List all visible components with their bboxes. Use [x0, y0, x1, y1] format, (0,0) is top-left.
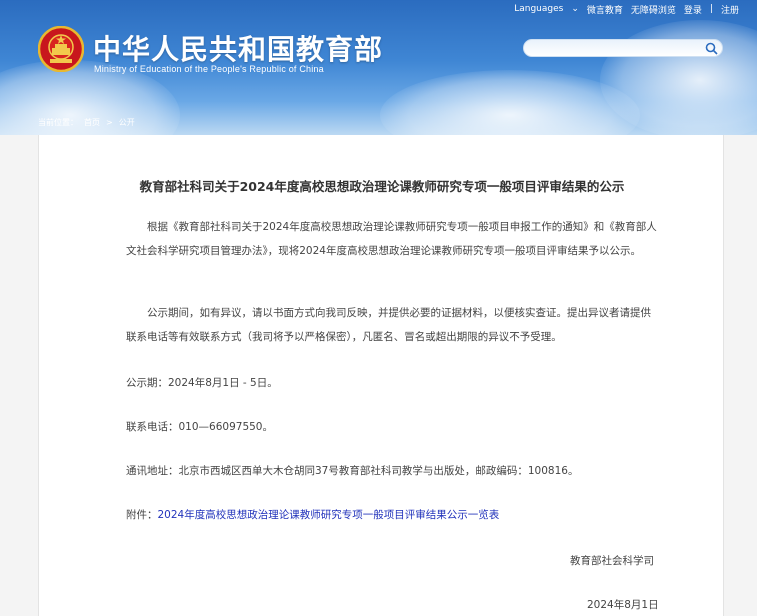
- site-header: Languages ⌄ 微言教育 无障碍浏览 登录 | 注册 中华人民共和国教育…: [0, 0, 757, 135]
- weiyan-jiaoyu-link[interactable]: 微言教育: [587, 3, 623, 16]
- attachment-link[interactable]: 2024年度高校思想政治理论课教师研究专项一般项目评审结果公示一览表: [158, 509, 500, 521]
- breadcrumb: 当前位置： 首页 > 公开: [38, 117, 135, 128]
- attachment-label: 附件：: [126, 509, 158, 521]
- breadcrumb-current[interactable]: 公开: [119, 117, 135, 128]
- signature: 教育部社会科学司: [570, 555, 654, 567]
- breadcrumb-label: 当前位置：: [38, 118, 78, 127]
- article-paragraph-basis: 根据《教育部社科司关于2024年度高校思想政治理论课教师研究专项一般项目申报工作…: [126, 221, 657, 257]
- chevron-down-icon: ⌄: [571, 4, 579, 14]
- register-link[interactable]: 注册: [721, 3, 739, 16]
- attachment-line: 附件：2024年度高校思想政治理论课教师研究专项一般项目评审结果公示一览表: [126, 507, 499, 522]
- accessibility-link[interactable]: 无障碍浏览: [631, 3, 676, 16]
- national-emblem-icon: [38, 26, 84, 72]
- site-subtitle: Ministry of Education of the People's Re…: [94, 64, 324, 74]
- article-paragraph-objection: 公示期间，如有异议，请以书面方式向我司反映，并提供必要的证据材料，以便核实查证。…: [126, 307, 651, 343]
- login-link[interactable]: 登录: [684, 3, 702, 16]
- header-cloud-decoration: [600, 20, 757, 135]
- search-icon[interactable]: [705, 42, 718, 55]
- mailing-address: 通讯地址：北京市西城区西单大木仓胡同37号教育部社科司教学与出版处，邮政编码：1…: [126, 465, 579, 477]
- breadcrumb-separator: >: [106, 118, 113, 127]
- breadcrumb-home[interactable]: 首页: [84, 117, 100, 128]
- languages-link[interactable]: Languages: [514, 4, 563, 14]
- separator: |: [709, 4, 713, 14]
- article-title: 教育部社科司关于2024年度高校思想政治理论课教师研究专项一般项目评审结果的公示: [139, 179, 625, 194]
- search-input[interactable]: [523, 39, 723, 57]
- article-container: 教育部社科司关于2024年度高校思想政治理论课教师研究专项一般项目评审结果的公示…: [38, 135, 724, 616]
- page-margin: [0, 135, 38, 616]
- page-margin: [724, 135, 757, 616]
- site-title[interactable]: 中华人民共和国教育部: [93, 28, 383, 68]
- publish-date: 2024年8月1日: [587, 599, 659, 611]
- top-links: Languages ⌄ 微言教育 无障碍浏览 登录 | 注册: [514, 2, 739, 16]
- publicity-period: 公示期：2024年8月1日 - 5日。: [126, 377, 278, 389]
- contact-phone: 联系电话：010—66097550。: [126, 421, 273, 433]
